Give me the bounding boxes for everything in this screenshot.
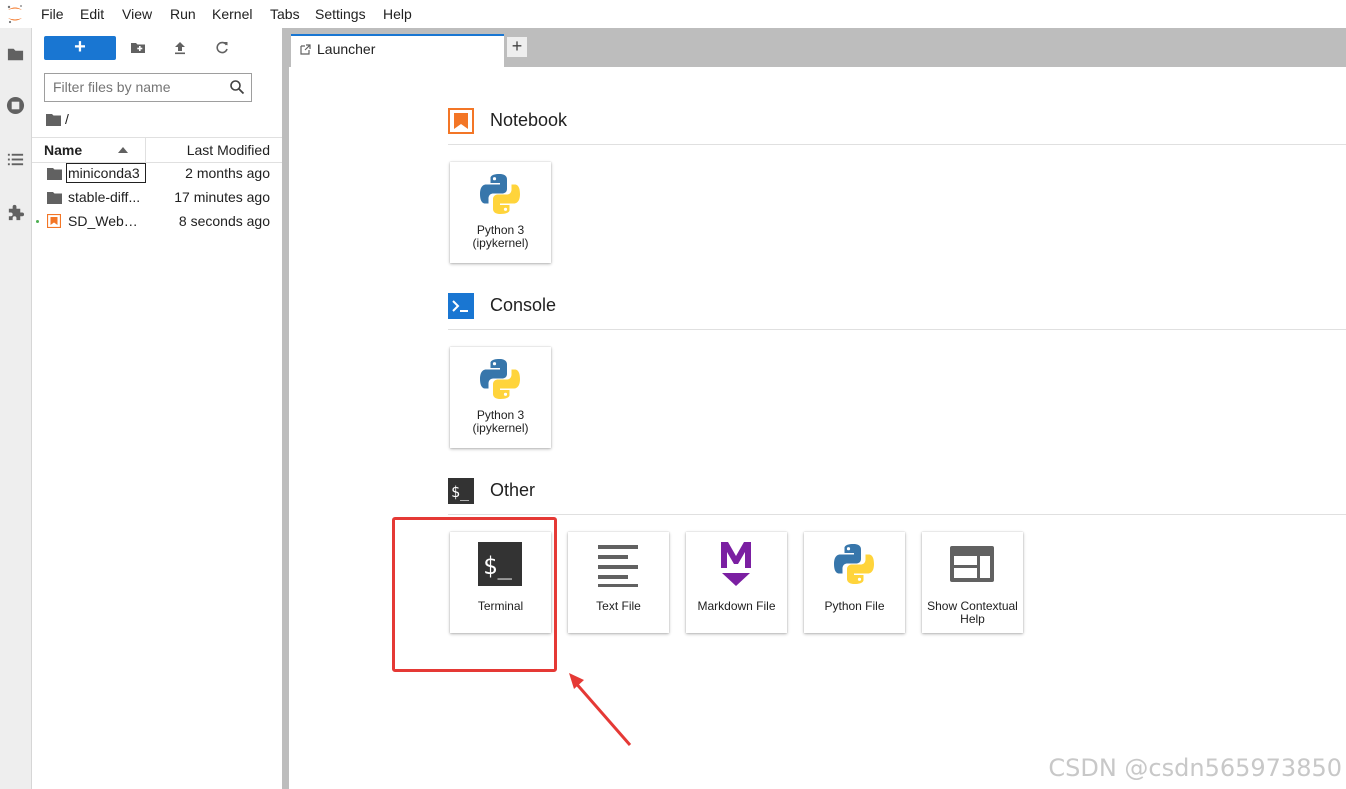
menu-bar: File Edit View Run Kernel Tabs Settings …: [0, 0, 1346, 28]
card-label: Python 3 (ipykernel): [472, 408, 529, 435]
watermark: CSDN @csdn565973850: [1048, 754, 1342, 782]
terminal-icon: $_: [448, 478, 474, 504]
file-name[interactable]: miniconda3: [66, 163, 146, 183]
menu-view[interactable]: View: [122, 6, 152, 22]
filter-files-input[interactable]: [45, 74, 233, 99]
folder-icon[interactable]: [46, 114, 61, 126]
python-logo-icon: [834, 544, 874, 584]
table-of-contents-icon[interactable]: [6, 150, 25, 169]
section-title: Other: [490, 480, 536, 500]
console-icon: [448, 293, 474, 319]
text-file-icon: [598, 545, 638, 587]
column-name-header[interactable]: Name: [44, 142, 82, 158]
markdown-file-card[interactable]: Markdown File: [686, 532, 787, 633]
file-name[interactable]: stable-diff...: [68, 189, 147, 205]
file-list-header: Name Last Modified: [32, 137, 282, 163]
text-file-card[interactable]: Text File: [568, 532, 669, 633]
file-browser: + / Name Last Modified miniconda3 2 mont…: [32, 28, 282, 789]
notebook-python3-card[interactable]: Python 3 (ipykernel): [450, 162, 551, 263]
card-label: Markdown File: [697, 599, 776, 613]
column-divider[interactable]: [145, 138, 146, 162]
jupyter-logo-icon: [7, 5, 22, 24]
filter-box: [44, 73, 252, 102]
menu-edit[interactable]: Edit: [80, 6, 104, 22]
contextual-help-icon: [950, 546, 994, 582]
upload-icon[interactable]: [172, 40, 188, 56]
section-notebook: Notebook: [448, 108, 1346, 145]
file-row[interactable]: stable-diff... 17 minutes ago: [32, 186, 282, 210]
menu-kernel[interactable]: Kernel: [212, 6, 252, 22]
launcher-icon: [300, 44, 311, 55]
new-folder-icon[interactable]: [130, 40, 146, 56]
contextual-help-card[interactable]: Show Contextual Help: [922, 532, 1023, 633]
notebook-icon: [448, 108, 474, 134]
card-label: Python 3 (ipykernel): [472, 223, 529, 250]
markdown-icon: [721, 542, 751, 586]
tab-bar: Launcher +: [289, 28, 1346, 67]
card-label: Show Contextual Help: [927, 599, 1018, 626]
menu-file[interactable]: File: [41, 6, 64, 22]
breadcrumb-root[interactable]: /: [65, 111, 69, 127]
menu-tabs[interactable]: Tabs: [270, 6, 300, 22]
extension-manager-icon[interactable]: [6, 203, 25, 222]
file-modified: 8 seconds ago: [178, 213, 270, 229]
running-sessions-icon[interactable]: [6, 96, 25, 115]
search-icon: [230, 80, 245, 95]
file-modified: 17 minutes ago: [174, 189, 270, 205]
column-modified-header[interactable]: Last Modified: [187, 142, 270, 158]
tab-label: Launcher: [317, 41, 376, 57]
refresh-icon[interactable]: [214, 40, 230, 56]
console-python3-card[interactable]: Python 3 (ipykernel): [450, 347, 551, 448]
section-title: Console: [490, 295, 557, 315]
svg-text:$_: $_: [451, 483, 470, 501]
activity-bar: [0, 28, 32, 789]
sort-ascending-icon: [118, 147, 128, 153]
card-label: Python File: [824, 599, 885, 613]
card-label: Text File: [596, 599, 641, 613]
new-launcher-button[interactable]: +: [44, 36, 116, 60]
annotation-highlight-box: [392, 517, 557, 672]
python-file-card[interactable]: Python File: [804, 532, 905, 633]
section-other: $_ Other: [448, 478, 1346, 515]
add-tab-button[interactable]: +: [506, 36, 528, 58]
folder-icon: [47, 192, 62, 204]
python-logo-icon: [480, 174, 520, 214]
menu-run[interactable]: Run: [170, 6, 196, 22]
folder-icon[interactable]: [6, 45, 25, 64]
file-row[interactable]: SD_WebUI... 8 seconds ago: [32, 210, 282, 234]
file-name[interactable]: SD_WebUI...: [68, 213, 147, 229]
file-modified: 2 months ago: [185, 165, 270, 181]
tab-launcher[interactable]: Launcher: [291, 34, 504, 67]
panel-splitter[interactable]: [282, 28, 289, 789]
menu-settings[interactable]: Settings: [315, 6, 366, 22]
folder-icon: [47, 168, 62, 180]
section-title: Notebook: [490, 110, 568, 130]
section-console: Console: [448, 293, 1346, 330]
launcher-panel: Notebook Python 3 (ipykernel) Console Py…: [289, 67, 1346, 789]
annotation-arrow-icon: [569, 673, 632, 746]
file-row[interactable]: miniconda3 2 months ago: [32, 162, 282, 186]
menu-help[interactable]: Help: [383, 6, 412, 22]
python-logo-icon: [480, 359, 520, 399]
running-indicator: [36, 220, 39, 223]
notebook-icon: [47, 214, 61, 228]
